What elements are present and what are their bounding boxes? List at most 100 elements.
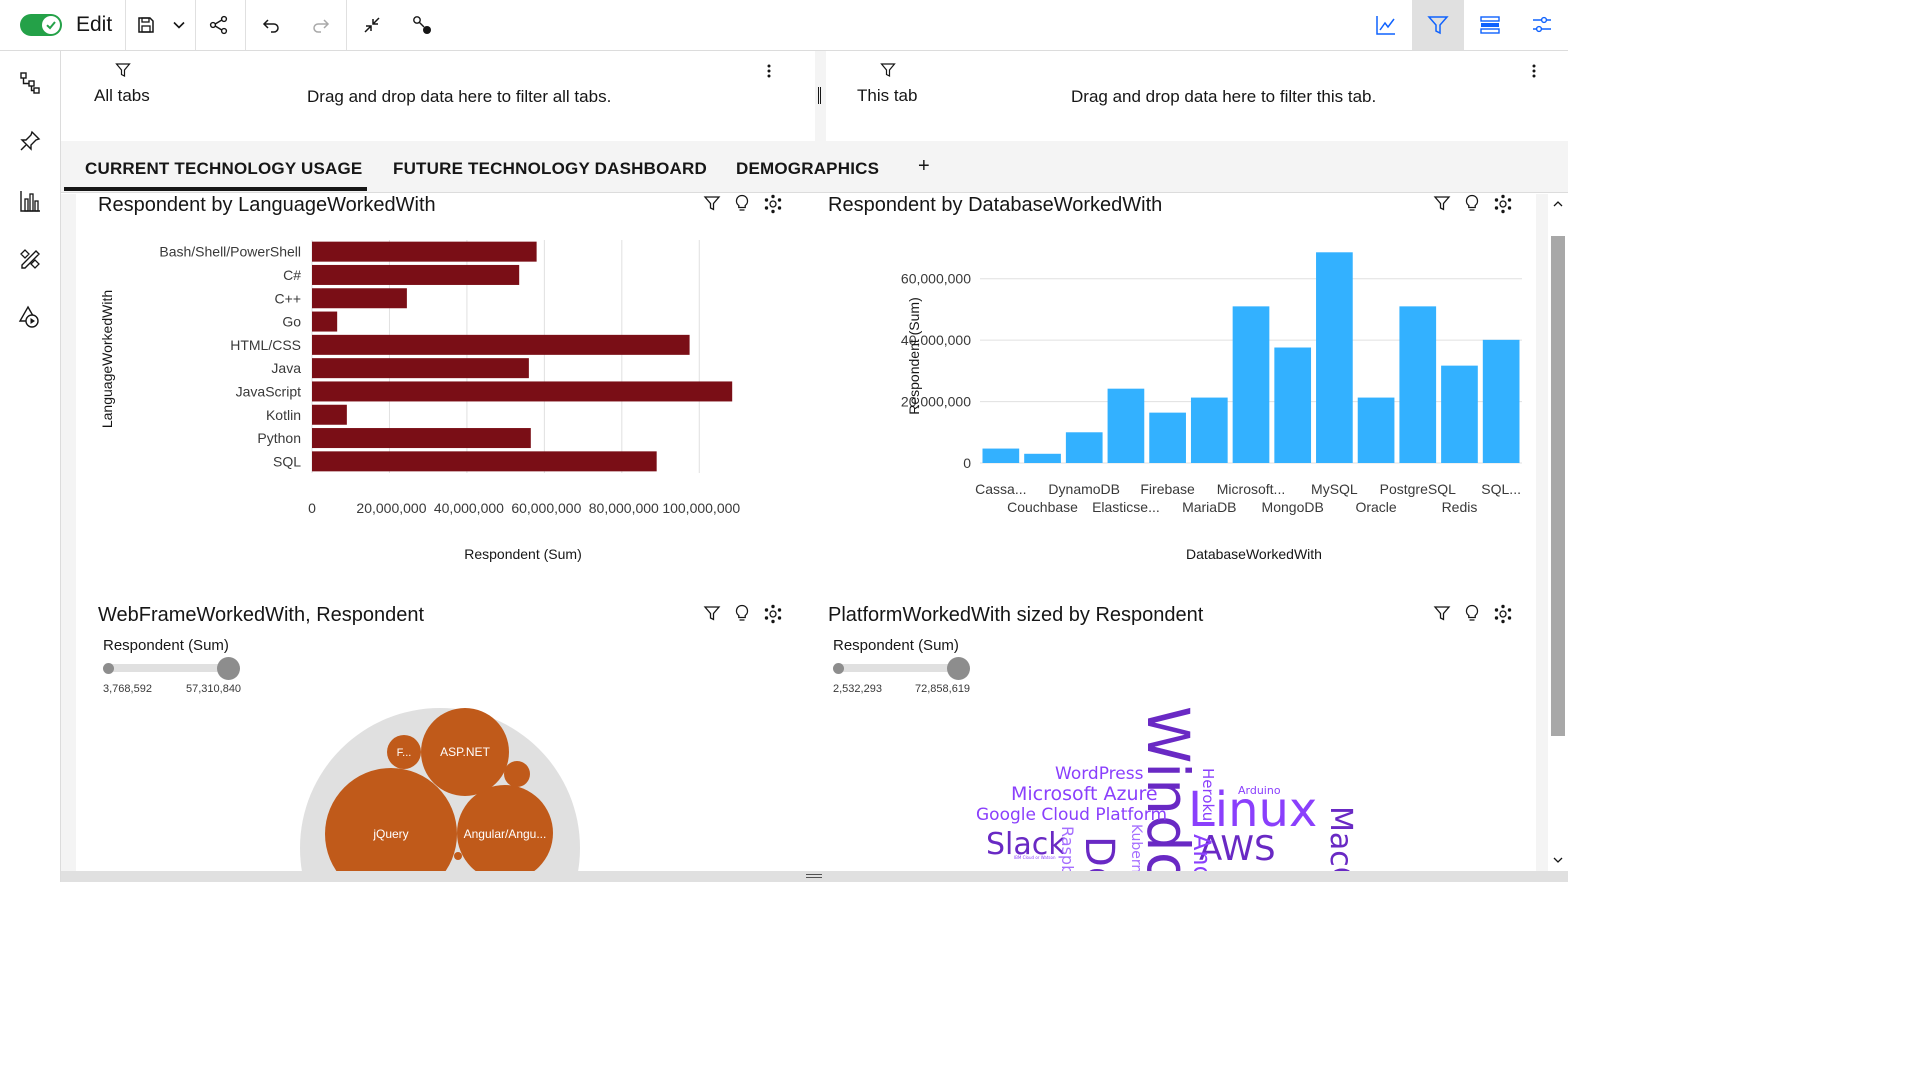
bar-kotlin[interactable] [312, 404, 347, 425]
redo-icon[interactable] [309, 13, 333, 37]
word-arduino[interactable]: Arduino [1238, 784, 1281, 797]
overflow-menu-icon[interactable] [1526, 61, 1542, 81]
word-kubernetes[interactable]: Kubernetes [1128, 824, 1144, 871]
lightbulb-icon[interactable] [733, 194, 751, 212]
x-tick-label: Firebase [1140, 481, 1195, 497]
word-ibm-cloud-or-watson[interactable]: IBM Cloud or Watson [1014, 855, 1056, 860]
add-tab-button[interactable]: + [918, 155, 930, 178]
tab-demographics[interactable]: DEMOGRAPHICS [736, 159, 879, 179]
web-legend-min-handle[interactable] [103, 663, 114, 674]
bar-chart-icon[interactable] [16, 187, 44, 215]
word-docker[interactable]: Docker [1076, 836, 1122, 871]
properties-icon[interactable] [1528, 12, 1556, 38]
vertical-scrollbar-thumb[interactable] [1551, 236, 1565, 736]
bubble-small[interactable] [454, 852, 462, 860]
undo-icon[interactable] [259, 13, 283, 37]
save-icon[interactable] [134, 13, 158, 37]
share-icon[interactable] [207, 13, 231, 37]
filter-icon[interactable] [1433, 604, 1451, 622]
vertical-scrollbar[interactable] [1548, 194, 1568, 871]
lightbulb-icon[interactable] [1463, 194, 1481, 212]
toolbar-divider [245, 0, 246, 50]
platform-legend-max-handle[interactable] [947, 657, 970, 680]
platform-legend-min-handle[interactable] [833, 663, 844, 674]
web-legend-max-handle[interactable] [217, 657, 240, 680]
bar-firebase[interactable] [1149, 412, 1186, 463]
x-axis-label: Respondent (Sum) [464, 546, 582, 562]
bar-redis[interactable] [1441, 365, 1478, 463]
bubble-unlabeled[interactable] [504, 761, 530, 787]
bar-sql-[interactable] [1482, 339, 1520, 463]
bar-couchbase[interactable] [1024, 453, 1061, 463]
bar-javascript[interactable] [312, 381, 733, 402]
bar-dynamodb[interactable] [1065, 432, 1103, 463]
word-android[interactable]: Android [1188, 834, 1216, 871]
platform-legend-slider-track[interactable] [838, 664, 960, 672]
bar-c-[interactable] [312, 264, 520, 285]
tree-icon[interactable] [16, 69, 44, 97]
chevron-up-icon[interactable] [1552, 198, 1564, 210]
y-axis-label: LanguageWorkedWith [99, 290, 115, 428]
filter-icon[interactable] [703, 194, 721, 212]
pointer-icon[interactable] [410, 13, 434, 37]
explore-icon[interactable] [763, 604, 783, 624]
panel-resize-handle[interactable] [818, 87, 821, 104]
filter-this-tab-title: This tab [857, 86, 918, 105]
bar-sql[interactable] [312, 451, 657, 472]
filter-icon[interactable] [703, 604, 721, 622]
y-tick-label: SQL [273, 453, 301, 469]
splitter-grip-icon[interactable] [806, 874, 822, 878]
bar-python[interactable] [312, 428, 531, 449]
bar-cassa-[interactable] [982, 448, 1020, 463]
lightbulb-icon[interactable] [733, 604, 751, 622]
explore-icon[interactable] [1493, 194, 1513, 214]
bar-go[interactable] [312, 311, 338, 332]
chevron-down-icon[interactable] [1552, 854, 1564, 866]
bar-java[interactable] [312, 358, 529, 379]
tools-icon[interactable] [16, 245, 44, 273]
lightbulb-icon[interactable] [1463, 604, 1481, 622]
x-tick-label: 80,000,000 [589, 500, 659, 516]
bar-oracle[interactable] [1357, 397, 1395, 463]
bar-c-[interactable] [312, 288, 407, 309]
filter-this-tab-dropzone[interactable]: This tab Drag and drop data here to filt… [826, 51, 1568, 141]
word-raspberry-pi[interactable]: Raspberry Pi [1058, 826, 1077, 871]
filter-all-tabs-dropzone[interactable]: All tabs Drag and drop data here to filt… [61, 51, 815, 141]
web-legend-max: 57,310,840 [186, 683, 242, 695]
bar-elasticse-[interactable] [1107, 388, 1145, 463]
word-macos[interactable]: MacOS [1323, 806, 1358, 871]
pin-icon[interactable] [16, 127, 44, 155]
bar-mariadb[interactable] [1190, 397, 1228, 463]
shapes-icon[interactable] [16, 303, 44, 331]
x-tick-label: PostgreSQL [1380, 481, 1456, 497]
explore-icon[interactable] [763, 194, 783, 214]
bar-bash-shell-powershell[interactable] [312, 241, 537, 262]
tab-future-technology-dashboard[interactable]: FUTURE TECHNOLOGY DASHBOARD [393, 159, 707, 179]
word-microsoft-azure[interactable]: Microsoft Azure [1011, 783, 1158, 805]
chevron-down-icon[interactable] [168, 13, 190, 37]
line-chart-icon[interactable] [1372, 12, 1400, 38]
x-tick-label: 60,000,000 [511, 500, 581, 516]
data-panel-icon[interactable] [1476, 12, 1504, 38]
filter-panel-button[interactable] [1412, 0, 1464, 50]
bottom-splitter[interactable] [61, 871, 1568, 882]
filter-icon[interactable] [1433, 194, 1451, 212]
web-legend-slider-track[interactable] [108, 664, 230, 672]
x-tick-label: Couchbase [1007, 499, 1078, 515]
tab-current-technology-usage[interactable]: CURRENT TECHNOLOGY USAGE [85, 159, 362, 179]
web-legend-min: 3,768,592 [103, 683, 152, 695]
bar-microsoft-[interactable] [1232, 306, 1270, 463]
bar-postgresql[interactable] [1399, 306, 1437, 463]
bar-html-css[interactable] [312, 334, 690, 355]
bar-mongodb[interactable] [1274, 347, 1312, 463]
toolbar-divider [125, 0, 126, 50]
word-wordpress[interactable]: WordPress [1055, 764, 1144, 784]
explore-icon[interactable] [1493, 604, 1513, 624]
filter-icon [878, 61, 898, 79]
collapse-icon[interactable] [360, 13, 384, 37]
word-google-cloud-platform[interactable]: Google Cloud Platform [976, 805, 1167, 825]
overflow-menu-icon[interactable] [761, 61, 777, 81]
bar-mysql[interactable] [1316, 252, 1353, 463]
word-heroku[interactable]: Heroku [1199, 768, 1217, 821]
edit-toggle[interactable] [20, 14, 62, 36]
